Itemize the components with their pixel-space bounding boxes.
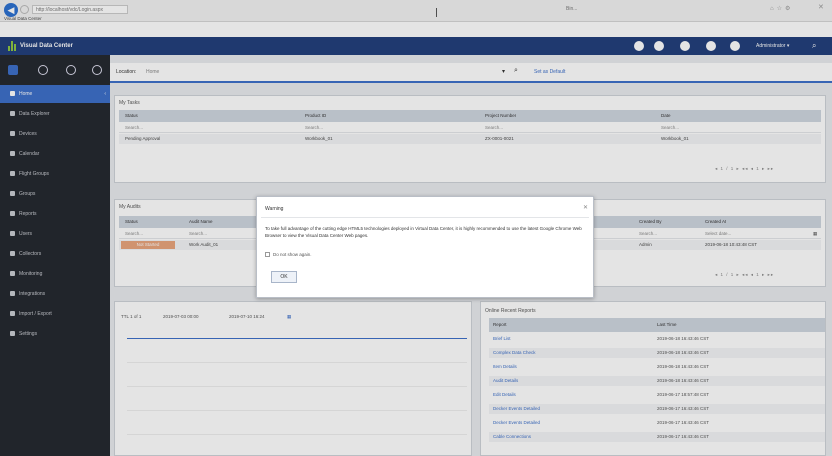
- checkbox-label: Do not show again.: [273, 252, 312, 257]
- ok-button[interactable]: OK: [271, 271, 297, 283]
- do-not-show-checkbox[interactable]: Do not show again.: [265, 252, 312, 258]
- dialog-message: To take full advantage of the cutting ed…: [265, 226, 582, 238]
- dialog-title: Warning: [265, 206, 284, 212]
- divider: [261, 217, 589, 218]
- warning-dialog: Warning ✕ To take full advantage of the …: [256, 196, 594, 298]
- checkbox-icon[interactable]: [265, 252, 270, 258]
- close-icon[interactable]: ✕: [583, 204, 588, 211]
